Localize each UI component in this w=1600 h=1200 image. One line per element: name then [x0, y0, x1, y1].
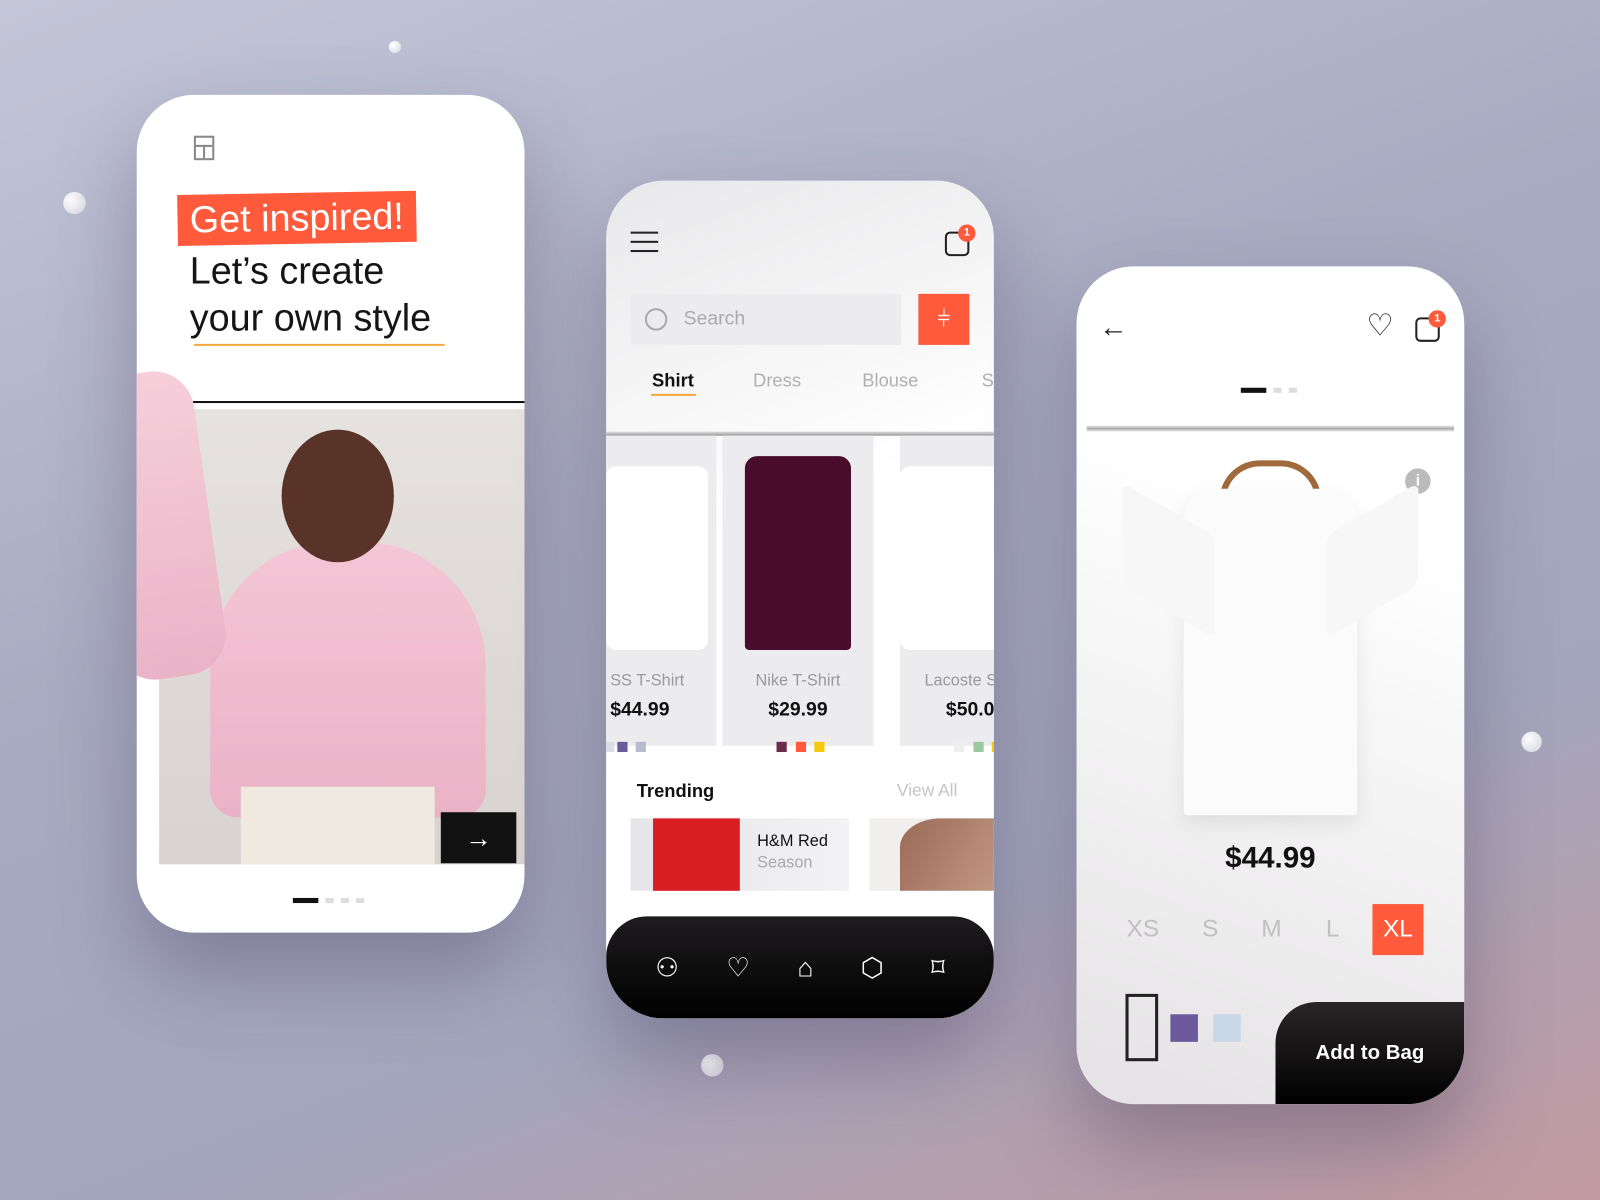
favorite-button[interactable]: ♡ — [1366, 311, 1393, 342]
product-detail-screen: ← ♡ 1 i $44.99 XS S M L XL Add to Bag — [1076, 266, 1465, 1105]
tshirt-image — [606, 466, 709, 650]
pager-dot[interactable] — [356, 897, 365, 904]
pager-dot[interactable] — [325, 897, 334, 904]
trending-image — [899, 818, 994, 891]
product-price: $44.99 — [1225, 841, 1316, 875]
product-card[interactable]: Nike T-Shirt $29.99 — [722, 435, 874, 746]
shop-screen: 1 Search ⫩ Shirt Dress Blouse S SS T-Shi… — [606, 180, 994, 1019]
frame-line — [159, 401, 525, 404]
user-icon[interactable]: ⚇ — [655, 952, 679, 984]
product-price: $50.0 — [945, 698, 994, 721]
pager-dot[interactable] — [292, 897, 319, 904]
product-price: $44.99 — [610, 698, 670, 721]
color-swatch[interactable] — [635, 741, 646, 753]
size-option[interactable]: M — [1246, 904, 1297, 955]
hamburger-icon[interactable] — [630, 231, 659, 253]
color-swatch[interactable] — [776, 741, 787, 753]
product-card[interactable]: Lacoste S $50.0 — [899, 435, 994, 746]
underline — [193, 343, 445, 346]
color-option-selected[interactable] — [1125, 993, 1159, 1062]
pager-dot[interactable] — [1240, 387, 1267, 393]
cart-badge: 1 — [958, 224, 976, 242]
back-button[interactable]: ← — [1099, 311, 1128, 344]
cart-badge: 1 — [1428, 310, 1446, 328]
pager-dot[interactable] — [1288, 387, 1297, 393]
search-placeholder: Search — [683, 308, 746, 330]
blouse-image — [899, 466, 994, 650]
tshirt-image — [1122, 482, 1419, 816]
search-icon — [644, 308, 668, 331]
headline-line: your own style — [189, 296, 432, 339]
wardrobe-icon — [193, 135, 215, 161]
headline: Let’s create your own style — [190, 248, 431, 342]
pager — [292, 890, 372, 908]
tab-blouse[interactable]: Blouse — [862, 370, 918, 391]
color-swatch[interactable] — [991, 741, 994, 753]
size-option[interactable]: S — [1185, 904, 1236, 955]
headline-line: Let’s create — [189, 249, 385, 292]
size-option[interactable]: XS — [1117, 904, 1168, 955]
product-name: Lacoste S — [924, 672, 994, 690]
headline-highlight: Get inspired! — [177, 190, 417, 246]
trending-card-subtitle: Season — [757, 854, 813, 872]
color-swatch[interactable] — [606, 741, 615, 753]
color-swatch[interactable] — [973, 741, 984, 753]
tshirt-image — [744, 456, 852, 650]
search-input[interactable]: Search — [630, 293, 902, 345]
color-option[interactable] — [1170, 1014, 1198, 1042]
bottom-nav: ⚇ ♡ ⌂ ⬡ ⌑ — [606, 916, 994, 1019]
next-button[interactable]: → — [440, 812, 517, 864]
product-price: $29.99 — [768, 698, 828, 721]
trending-image — [653, 818, 740, 891]
onboarding-screen: Get inspired! Let’s create your own styl… — [136, 94, 525, 933]
trending-card[interactable]: H&M Red Season — [630, 818, 849, 891]
color-swatch[interactable] — [795, 741, 807, 753]
color-option[interactable] — [1213, 1014, 1241, 1042]
decor-dot — [1521, 731, 1542, 753]
trending-title: Trending — [636, 780, 715, 802]
color-swatch[interactable] — [617, 741, 628, 753]
home-icon[interactable]: ⌂ — [797, 952, 813, 984]
tag-icon[interactable]: ⌑ — [931, 952, 945, 984]
arrow-right-icon: → — [465, 822, 492, 854]
decor-dot — [701, 1054, 724, 1077]
arrow-left-icon: ← — [1098, 311, 1128, 343]
color-swatch[interactable] — [954, 741, 965, 753]
size-option-selected[interactable]: XL — [1372, 904, 1424, 956]
sliders-icon: ⫩ — [937, 306, 951, 332]
filter-button[interactable]: ⫩ — [918, 293, 970, 345]
tab-underline — [651, 393, 696, 396]
tab-shirt[interactable]: Shirt — [652, 370, 694, 391]
size-option[interactable]: L — [1307, 904, 1358, 955]
heart-icon[interactable]: ♡ — [726, 952, 750, 984]
product-name: SS T-Shirt — [610, 672, 685, 690]
decor-dot — [63, 191, 86, 215]
pager-dot[interactable] — [340, 897, 349, 904]
tab-more[interactable]: S — [982, 370, 994, 391]
trending-card[interactable] — [869, 818, 994, 891]
view-all-link[interactable]: View All — [897, 781, 957, 801]
heart-icon: ♡ — [1366, 309, 1394, 343]
image-pager — [1240, 380, 1304, 398]
product-name: Nike T-Shirt — [755, 672, 841, 690]
hanger-rail — [1086, 425, 1455, 432]
add-to-bag-button[interactable]: Add to Bag — [1275, 1002, 1465, 1105]
product-card[interactable]: SS T-Shirt $44.99 — [606, 435, 717, 746]
tab-dress[interactable]: Dress — [753, 370, 801, 391]
color-swatch[interactable] — [814, 741, 825, 753]
pager-dot[interactable] — [1273, 387, 1282, 393]
box-icon[interactable]: ⬡ — [861, 952, 884, 984]
trending-card-title: H&M Red — [757, 832, 828, 850]
decor-dot — [388, 40, 402, 54]
